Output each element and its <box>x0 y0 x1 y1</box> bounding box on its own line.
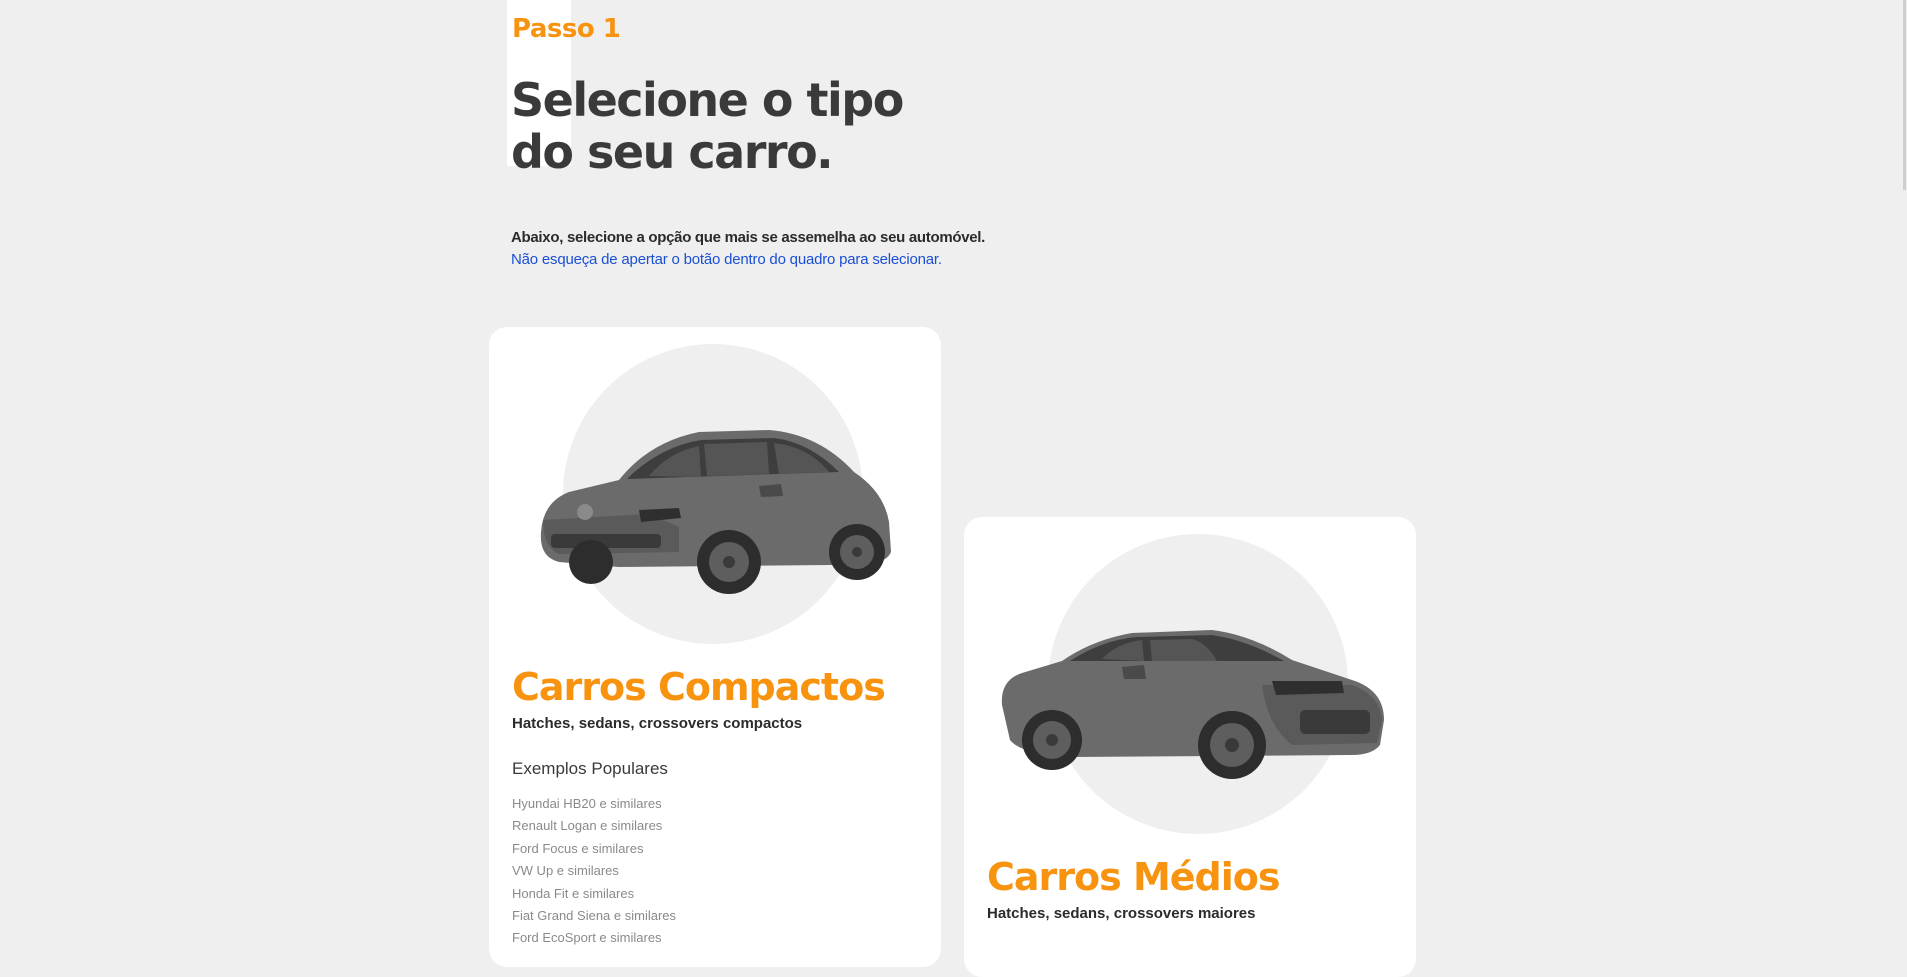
step-label: Passo 1 <box>512 14 621 44</box>
car-type-card-compact[interactable]: Carros Compactos Hatches, sedans, crosso… <box>489 327 941 967</box>
medium-sedan-car-image <box>1001 630 1384 779</box>
list-item: Renault Logan e similares <box>512 818 663 834</box>
page-title: Selecione o tipo do seu carro. <box>511 73 904 179</box>
list-item: Fiat Grand Siena e similares <box>512 908 677 924</box>
card-subtitle: Hatches, sedans, crossovers maiores <box>987 905 1256 922</box>
card-title: Carros Médios <box>987 855 1281 899</box>
list-item: Ford Focus e similares <box>512 840 644 856</box>
examples-heading: Exemplos Populares <box>512 759 668 778</box>
list-item: Hyundai HB20 e similares <box>512 796 662 811</box>
list-item: Ford EcoSport e similares <box>512 930 662 946</box>
scrollbar-thumb[interactable] <box>1903 0 1906 190</box>
intro-hint: Não esqueça de apertar o botão dentro do… <box>511 251 942 268</box>
compact-hatchback-car-image <box>540 430 891 594</box>
card-subtitle: Hatches, sedans, crossovers compactos <box>512 715 803 732</box>
page-scrollbar[interactable] <box>1899 0 1907 190</box>
card-title: Carros Compactos <box>512 665 886 709</box>
intro-instruction: Abaixo, selecione a opção que mais se as… <box>511 229 986 246</box>
car-type-card-medium[interactable]: Carros Médios Hatches, sedans, crossover… <box>964 517 1416 977</box>
intro-text: Abaixo, selecione a opção que mais se as… <box>511 227 985 271</box>
list-item: Honda Fit e similares <box>512 885 635 901</box>
examples-list: Hyundai HB20 e similares Renault Logan e… <box>512 793 676 950</box>
list-item: VW Up e similares <box>512 863 619 879</box>
